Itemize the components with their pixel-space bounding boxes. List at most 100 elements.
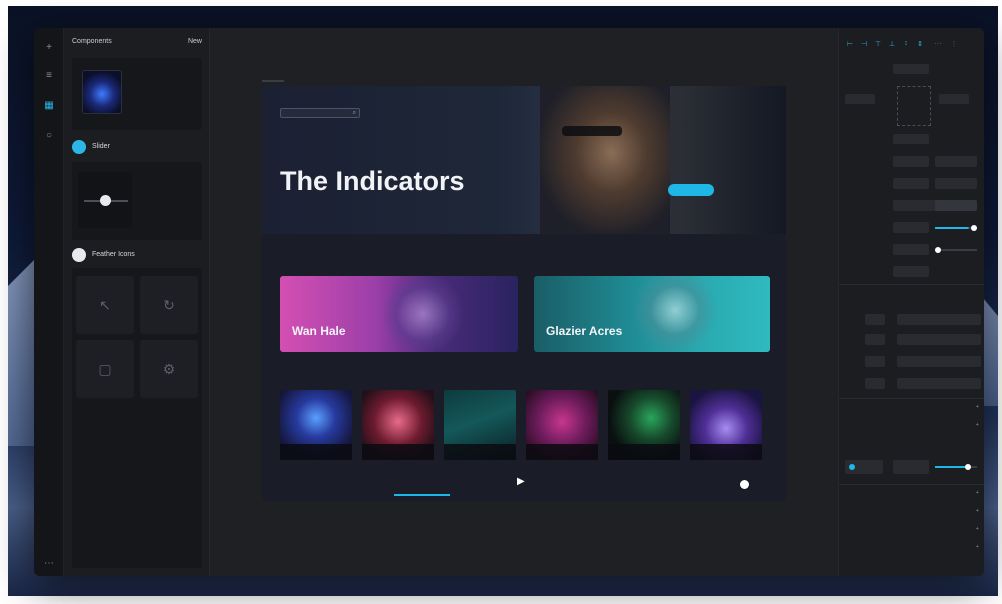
music-app-artboard[interactable]: ⌕ The Indicators Wan Hale Glazier Acres bbox=[262, 86, 786, 502]
play-icon[interactable]: ▶ bbox=[517, 476, 525, 487]
feather-refresh-icon[interactable]: ↻ bbox=[140, 276, 198, 334]
object-row[interactable] bbox=[845, 334, 981, 346]
width-input[interactable] bbox=[893, 156, 929, 167]
align-bottom-icon[interactable]: ⇕ bbox=[915, 40, 925, 49]
volume-knob[interactable] bbox=[740, 480, 749, 489]
slider-component-card[interactable] bbox=[72, 162, 202, 240]
rotation-input[interactable] bbox=[893, 244, 929, 255]
settings-icon[interactable]: ⋯ bbox=[43, 558, 55, 570]
distribute-horizontal-icon[interactable]: ⋯ bbox=[933, 40, 943, 49]
album-card[interactable] bbox=[444, 390, 516, 460]
section-feather-icons[interactable]: Feather Icons bbox=[72, 248, 202, 264]
design-canvas[interactable]: ⌕ The Indicators Wan Hale Glazier Acres bbox=[210, 28, 838, 576]
feather-pointer-icon[interactable]: ↖ bbox=[76, 276, 134, 334]
add-icon[interactable]: + bbox=[43, 42, 55, 54]
add-icon[interactable]: + bbox=[976, 404, 979, 410]
hero-banner: ⌕ The Indicators bbox=[262, 86, 786, 234]
object-name[interactable] bbox=[897, 378, 981, 389]
margin-bottom-field[interactable] bbox=[893, 134, 929, 144]
object-name[interactable] bbox=[897, 314, 981, 325]
object-thumb bbox=[865, 378, 885, 389]
album-card[interactable] bbox=[526, 390, 598, 460]
inner-shadows-section[interactable]: + bbox=[845, 526, 981, 538]
align-left-icon[interactable]: ⊢ bbox=[845, 40, 855, 49]
object-name[interactable] bbox=[897, 356, 981, 367]
search-icon: ⌕ bbox=[352, 110, 356, 116]
align-middle-icon[interactable]: ↕ bbox=[901, 40, 911, 49]
component-thumbnail bbox=[82, 70, 122, 114]
screenshot-frame: + ≡ ▦ ○ ⋯ Components New Slider Feather … bbox=[0, 0, 1002, 604]
album-card[interactable] bbox=[608, 390, 680, 460]
inspector-divider bbox=[839, 484, 984, 485]
inspector-panel: ⊢ ⊣ ⊤ ⊥ ↕ ⇕ ⋯ ⋮ + + + + + + bbox=[838, 28, 984, 576]
hero-search-input[interactable]: ⌕ bbox=[280, 108, 360, 118]
layers-icon[interactable]: ≡ bbox=[43, 70, 55, 82]
opacity-slider[interactable] bbox=[935, 225, 977, 231]
box-model-diagram bbox=[897, 86, 931, 126]
overflow-toggle[interactable] bbox=[893, 200, 977, 211]
fill-opacity-knob[interactable] bbox=[965, 464, 971, 470]
slider-section-icon bbox=[72, 140, 86, 154]
distribute-vertical-icon[interactable]: ⋮ bbox=[949, 40, 959, 49]
recommended-card-title: Wan Hale bbox=[292, 324, 346, 338]
inspector-section[interactable]: + bbox=[845, 404, 981, 416]
margin-right-field[interactable] bbox=[939, 94, 969, 104]
overflow-option-selected[interactable] bbox=[935, 200, 977, 211]
opacity-slider-knob[interactable] bbox=[971, 225, 977, 231]
recommended-card-wan-hale[interactable]: Wan Hale bbox=[280, 276, 518, 352]
album-card[interactable] bbox=[362, 390, 434, 460]
height-input[interactable] bbox=[893, 178, 929, 189]
width-mode-select[interactable] bbox=[935, 156, 977, 167]
slider-preview bbox=[78, 172, 132, 228]
align-right-icon[interactable]: ⊤ bbox=[873, 40, 883, 49]
object-row[interactable] bbox=[845, 378, 981, 390]
hero-primary-button[interactable] bbox=[668, 184, 714, 196]
feather-settings-icon[interactable]: ⚙ bbox=[140, 340, 198, 398]
rotation-slider-knob[interactable] bbox=[935, 247, 941, 253]
radius-input[interactable] bbox=[893, 266, 929, 277]
overflow-option[interactable] bbox=[893, 200, 935, 211]
playback-progress[interactable] bbox=[394, 494, 450, 496]
add-icon[interactable]: + bbox=[976, 544, 979, 550]
add-icon[interactable]: + bbox=[976, 526, 979, 532]
rotation-property bbox=[845, 244, 981, 256]
rotation-slider[interactable] bbox=[935, 247, 977, 253]
blur-section[interactable]: + bbox=[845, 544, 981, 556]
add-icon[interactable]: + bbox=[976, 422, 979, 428]
object-section-header[interactable] bbox=[845, 292, 981, 304]
section-feather-label: Feather Icons bbox=[92, 251, 135, 258]
object-name[interactable] bbox=[897, 334, 981, 345]
add-icon[interactable]: + bbox=[976, 508, 979, 514]
add-icon[interactable]: + bbox=[976, 490, 979, 496]
opacity-input[interactable] bbox=[893, 222, 929, 233]
fill-opacity-slider[interactable] bbox=[935, 464, 977, 470]
section-slider[interactable]: Slider bbox=[72, 140, 202, 156]
shadows-section[interactable]: + bbox=[845, 508, 981, 520]
new-component-button[interactable]: New bbox=[188, 38, 202, 45]
fill-section[interactable] bbox=[845, 440, 981, 452]
component-card[interactable] bbox=[72, 58, 202, 130]
assets-icon[interactable]: ○ bbox=[43, 130, 55, 142]
hero-title: The Indicators bbox=[280, 166, 465, 196]
align-center-icon[interactable]: ⊣ bbox=[859, 40, 869, 49]
border-section[interactable]: + bbox=[845, 490, 981, 502]
object-row[interactable] bbox=[845, 356, 981, 368]
fill-opacity-input[interactable] bbox=[893, 460, 929, 474]
margin-left-field[interactable] bbox=[845, 94, 875, 104]
hero-photo-detail bbox=[562, 126, 622, 136]
album-card[interactable] bbox=[690, 390, 762, 460]
player-bar: ▶ bbox=[262, 472, 786, 502]
object-row[interactable] bbox=[845, 314, 981, 326]
recommended-card-glazier-acres[interactable]: Glazier Acres bbox=[534, 276, 770, 352]
height-mode-select[interactable] bbox=[935, 178, 977, 189]
hero-artist-photo bbox=[540, 86, 670, 234]
align-top-icon[interactable]: ⊥ bbox=[887, 40, 897, 49]
object-thumb bbox=[865, 356, 885, 367]
album-caption bbox=[690, 444, 762, 460]
components-icon[interactable]: ▦ bbox=[43, 100, 55, 112]
inspector-section[interactable]: + bbox=[845, 422, 981, 434]
margin-top-field[interactable] bbox=[893, 64, 929, 74]
album-card[interactable] bbox=[280, 390, 352, 460]
feather-box-icon[interactable]: ▢ bbox=[76, 340, 134, 398]
fill-color-swatch[interactable] bbox=[845, 460, 883, 474]
